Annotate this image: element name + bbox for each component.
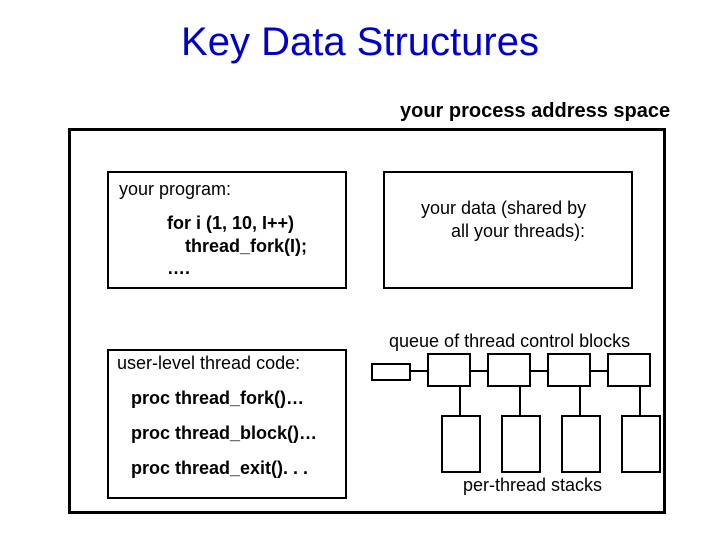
program-box: your program: for i (1, 10, I++) thread_… [107, 171, 347, 289]
queue-label: queue of thread control blocks [389, 331, 630, 352]
stack-block [441, 415, 481, 473]
stack-block [501, 415, 541, 473]
stack-block [621, 415, 661, 473]
thread-code-label: user-level thread code: [117, 353, 337, 374]
queue-link [409, 370, 427, 372]
address-space-label: your process address space [400, 100, 670, 123]
queue-link [589, 370, 607, 372]
queue-head-box [371, 363, 411, 381]
code-line: thread_fork(I); [185, 235, 335, 258]
tcb-block [487, 353, 531, 387]
slide-title: Key Data Structures [0, 20, 720, 65]
tcb-stack-link [459, 385, 461, 415]
queue-link [529, 370, 547, 372]
data-text: all your threads): [451, 220, 621, 243]
queue-link [469, 370, 487, 372]
tcb-block [607, 353, 651, 387]
address-space-box: your program: for i (1, 10, I++) thread_… [68, 128, 666, 514]
stack-block [561, 415, 601, 473]
program-code: for i (1, 10, I++) thread_fork(I); …. [167, 212, 335, 280]
proc-line: proc thread_exit(). . . [131, 458, 337, 479]
tcb-stack-link [579, 385, 581, 415]
proc-line: proc thread_fork()… [131, 388, 337, 409]
data-box: your data (shared by all your threads): [383, 171, 633, 289]
data-text: your data (shared by [421, 197, 621, 220]
tcb-block [547, 353, 591, 387]
thread-code-box: user-level thread code: proc thread_fork… [107, 349, 347, 499]
tcb-block [427, 353, 471, 387]
code-line: for i (1, 10, I++) [167, 212, 335, 235]
tcb-stack-link [519, 385, 521, 415]
code-line: …. [167, 257, 335, 280]
stacks-label: per-thread stacks [463, 475, 602, 496]
tcb-stack-link [639, 385, 641, 415]
proc-line: proc thread_block()… [131, 423, 337, 444]
program-label: your program: [119, 179, 335, 200]
